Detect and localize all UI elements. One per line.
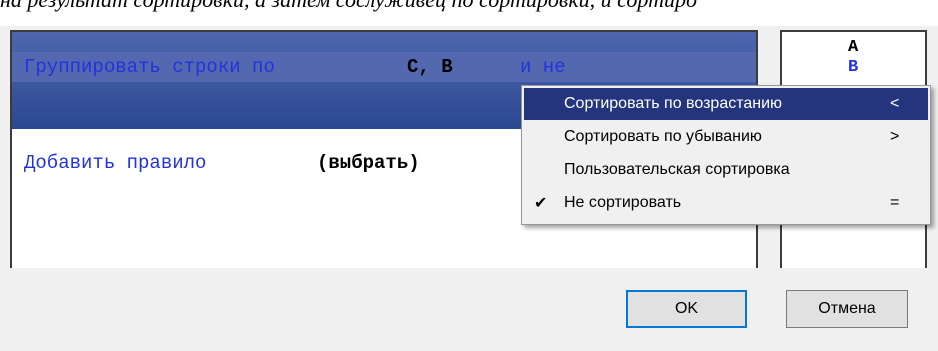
group-rule-keys[interactable]: C, B	[407, 56, 453, 78]
menu-item-shortcut: >	[890, 128, 900, 145]
ok-button[interactable]: OK	[626, 290, 747, 328]
group-rule-row[interactable]: Группировать строки по C, B и не	[12, 52, 756, 82]
checkmark-icon: ✔	[534, 195, 548, 212]
menu-item-label: Сортировать по возрастанию	[564, 95, 783, 112]
menu-item-label: Сортировать по убыванию	[564, 128, 762, 145]
menu-item-shortcut: =	[890, 194, 900, 211]
group-rule-suffix[interactable]: и не	[520, 56, 566, 78]
cancel-button[interactable]: Отмена	[786, 290, 908, 328]
menu-item-sort-ascending[interactable]: Сортировать по возрастанию <	[524, 88, 928, 120]
add-rule-selector[interactable]: (выбрать)	[317, 152, 420, 174]
menu-item-sort-descending[interactable]: Сортировать по убыванию >	[524, 121, 928, 153]
sort-context-menu: Сортировать по возрастанию < Сортировать…	[521, 85, 931, 225]
background-document-text: на результат сортировки, а затем сослужи…	[0, 0, 938, 26]
menu-item-no-sort[interactable]: ✔ Не сортировать =	[524, 187, 928, 219]
preview-row-a: A	[848, 38, 859, 57]
preview-row-b: B	[848, 58, 859, 77]
menu-item-shortcut: <	[890, 95, 900, 112]
background-text-line: на результат сортировки, а затем сослужи…	[0, 0, 697, 13]
add-rule-label[interactable]: Добавить правило	[24, 152, 206, 174]
menu-item-custom-sort[interactable]: Пользовательская сортировка	[524, 154, 928, 186]
menu-item-label: Не сортировать	[564, 194, 682, 211]
menu-item-label: Пользовательская сортировка	[564, 161, 790, 178]
group-rule-prefix: Группировать строки по	[24, 56, 275, 78]
